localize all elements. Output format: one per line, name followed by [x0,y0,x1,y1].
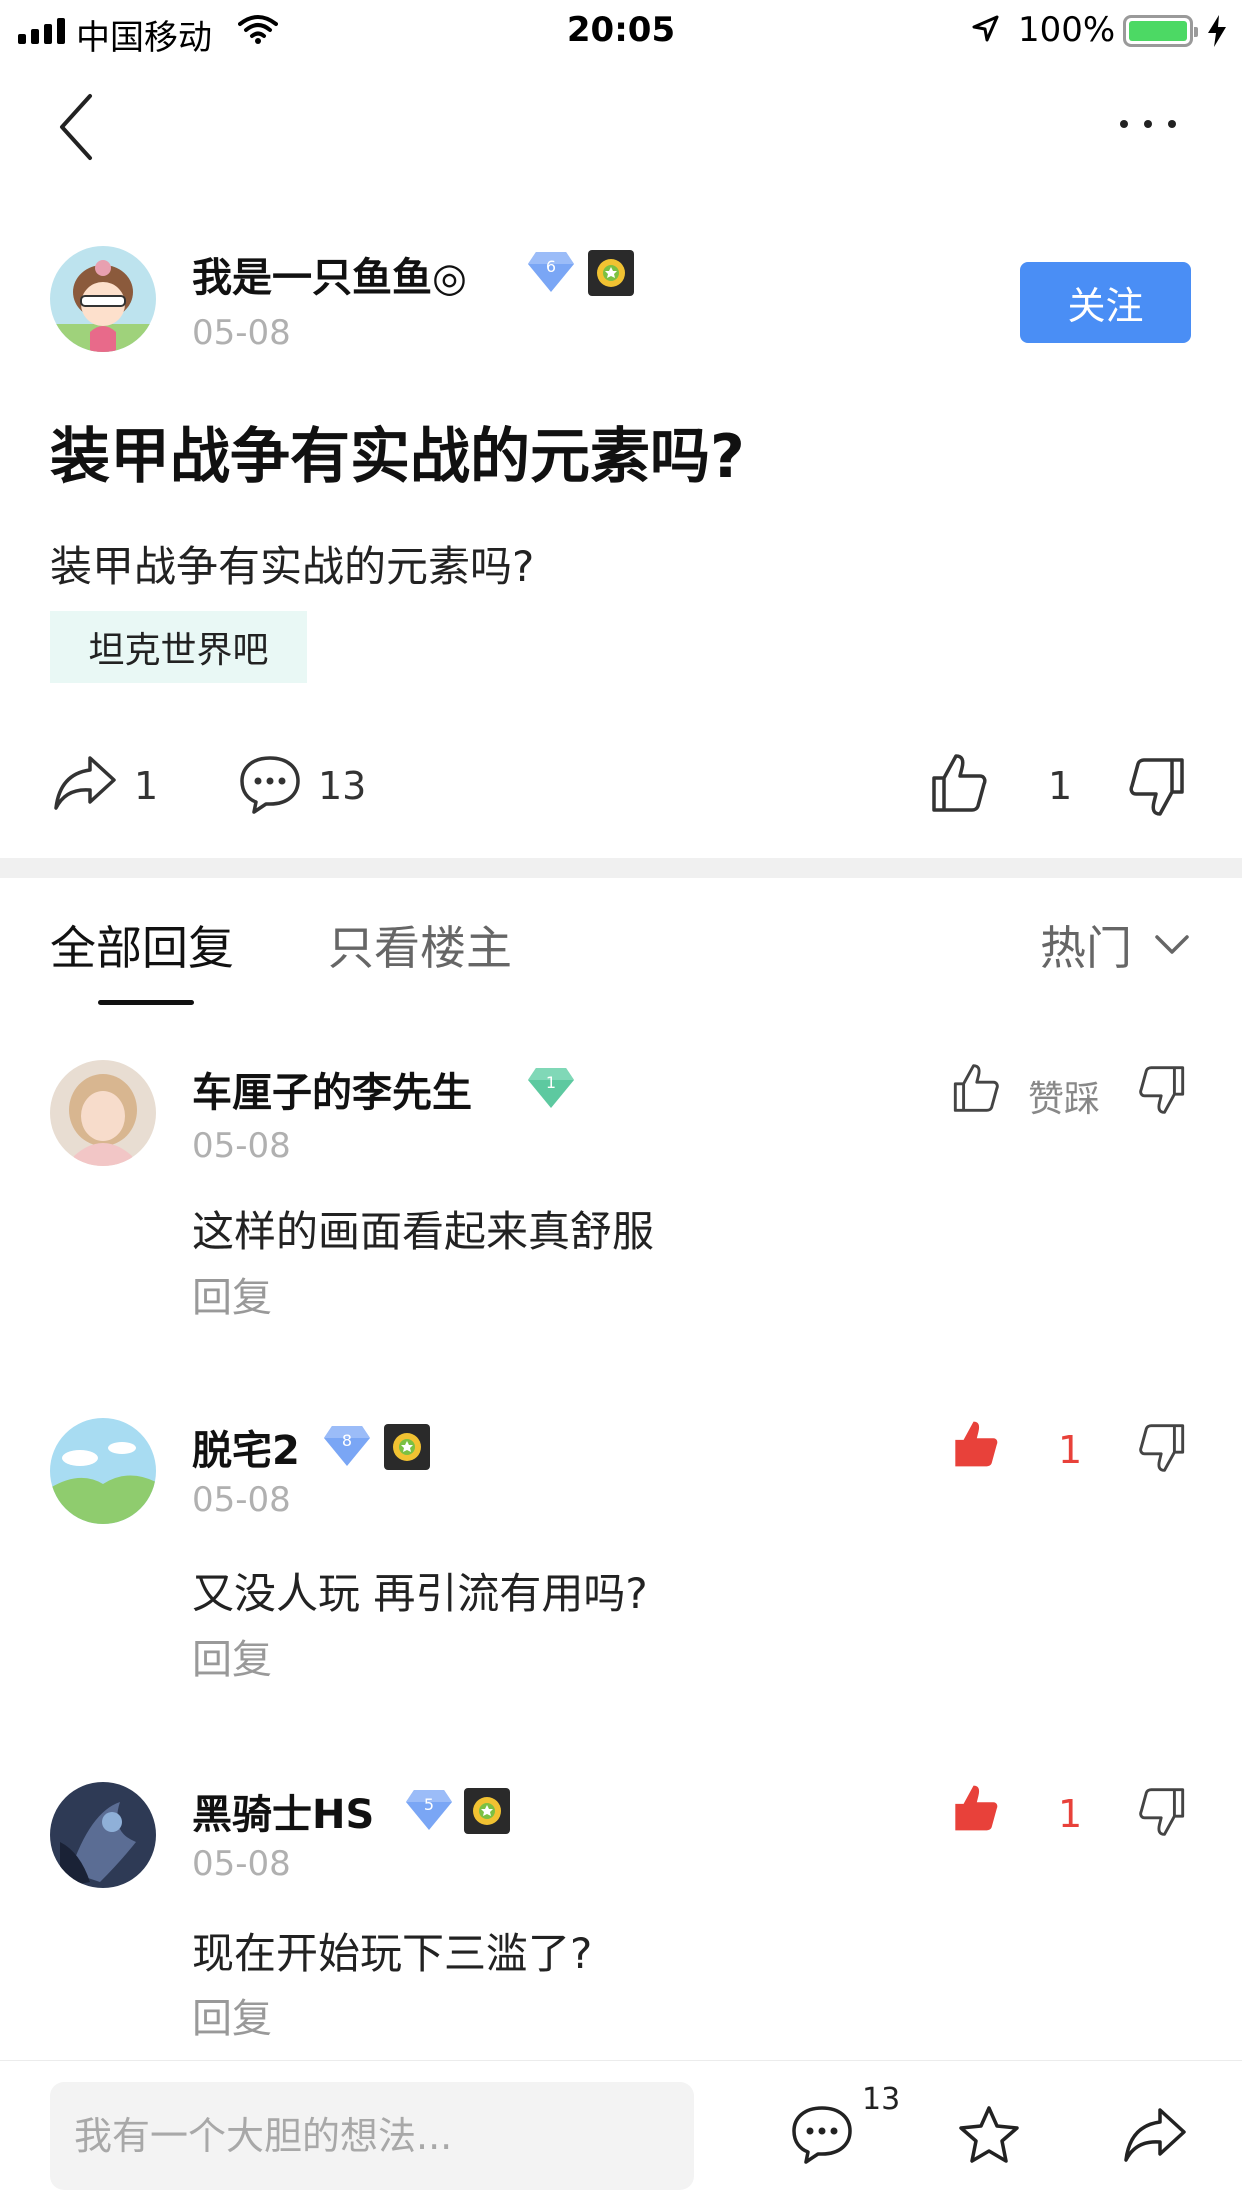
comment-date: 05-08 [192,1480,291,1520]
like-count: 1 [1058,1428,1083,1472]
member-badge-icon [588,250,634,296]
list-item: 黑骑士HS 5 05-08 现在开始玩下三滥了? 回复 1 [0,1764,1242,2064]
level-gem-icon: 6 [528,252,574,292]
reply-link[interactable]: 回复 [192,1265,272,1323]
post-date: 05-08 [192,313,291,353]
thumbs-up-icon[interactable] [952,1062,1000,1114]
thumbs-down-icon[interactable] [1138,1422,1186,1474]
post-author-name[interactable]: 我是一只鱼鱼◎ [192,245,467,303]
avatar[interactable] [50,1782,156,1888]
post-title: 装甲战争有实战的元素吗? [50,422,745,492]
level-gem-icon: 5 [406,1790,452,1830]
comment-author-name[interactable]: 脱宅2 [192,1418,300,1476]
follow-button[interactable]: 关注 [1020,262,1191,343]
comment-text: 现在开始玩下三滥了? [192,1929,593,1978]
more-options-icon[interactable] [1120,120,1176,128]
section-divider [0,858,1242,878]
comment-date: 05-08 [192,1126,291,1166]
active-tab-indicator [98,1000,194,1005]
comment-icon[interactable] [238,754,302,814]
member-badge-icon [384,1424,430,1470]
comment-author-name[interactable]: 黑骑士HS [192,1782,374,1840]
list-item: 脱宅2 8 05-08 又没人玩 再引流有用吗? 回复 1 [0,1400,1242,1700]
like-count: 1 [1058,1792,1083,1836]
thumbs-up-filled-icon[interactable] [952,1782,1000,1834]
avatar[interactable] [50,1418,156,1524]
tab-op-only[interactable]: 只看楼主 [328,912,512,978]
vote-label: 赞踩 [1028,1079,1101,1120]
reply-link[interactable]: 回复 [192,1627,272,1685]
like-count: 1 [1048,764,1073,808]
svg-text:6: 6 [546,257,556,276]
svg-text:5: 5 [424,1795,434,1814]
star-icon[interactable] [956,2104,1022,2166]
tab-all-replies[interactable]: 全部回复 [50,912,234,978]
location-arrow-icon [972,15,999,42]
share-count: 1 [134,764,159,808]
list-item: 车厘子的李先生 1 05-08 这样的画面看起来真舒服 回复 赞踩 [0,1040,1242,1340]
thumbs-up-icon[interactable] [930,752,988,814]
reply-input[interactable] [50,2082,694,2190]
level-gem-icon: 1 [528,1068,574,1108]
member-badge-icon [464,1788,510,1834]
thumbs-down-icon[interactable] [1138,1064,1186,1116]
thumbs-up-filled-icon[interactable] [952,1418,1000,1470]
share-icon[interactable] [1122,2106,1188,2164]
battery-percent: 100% [1018,10,1116,50]
thumbs-down-icon[interactable] [1138,1786,1186,1838]
battery-icon [1123,15,1198,47]
svg-text:1: 1 [546,1073,556,1092]
charging-bolt-icon [1208,15,1226,47]
avatar[interactable] [50,246,156,352]
comment-text: 这样的画面看起来真舒服 [192,1207,655,1256]
comment-count-badge: 13 [862,2082,901,2117]
share-icon[interactable] [52,754,118,812]
comment-text: 又没人玩 再引流有用吗? [192,1569,648,1618]
sort-label: 热门 [1040,921,1132,975]
comment-author-name[interactable]: 车厘子的李先生 [192,1060,472,1118]
comment-icon[interactable] [790,2104,854,2164]
comment-date: 05-08 [192,1844,291,1884]
sort-dropdown[interactable]: 热门 [1040,912,1190,978]
back-icon[interactable] [56,92,96,162]
status-bar: 中国移动 20:05 100% [0,0,1242,62]
thumbs-down-icon[interactable] [1128,756,1186,818]
forum-tag[interactable]: 坦克世界吧 [50,611,307,683]
level-gem-icon: 8 [324,1426,370,1466]
post-body: 装甲战争有实战的元素吗? [50,542,535,591]
comment-count: 13 [318,764,367,808]
reply-link[interactable]: 回复 [192,1986,272,2044]
svg-text:8: 8 [342,1431,352,1450]
avatar[interactable] [50,1060,156,1166]
chevron-down-icon [1155,935,1189,954]
